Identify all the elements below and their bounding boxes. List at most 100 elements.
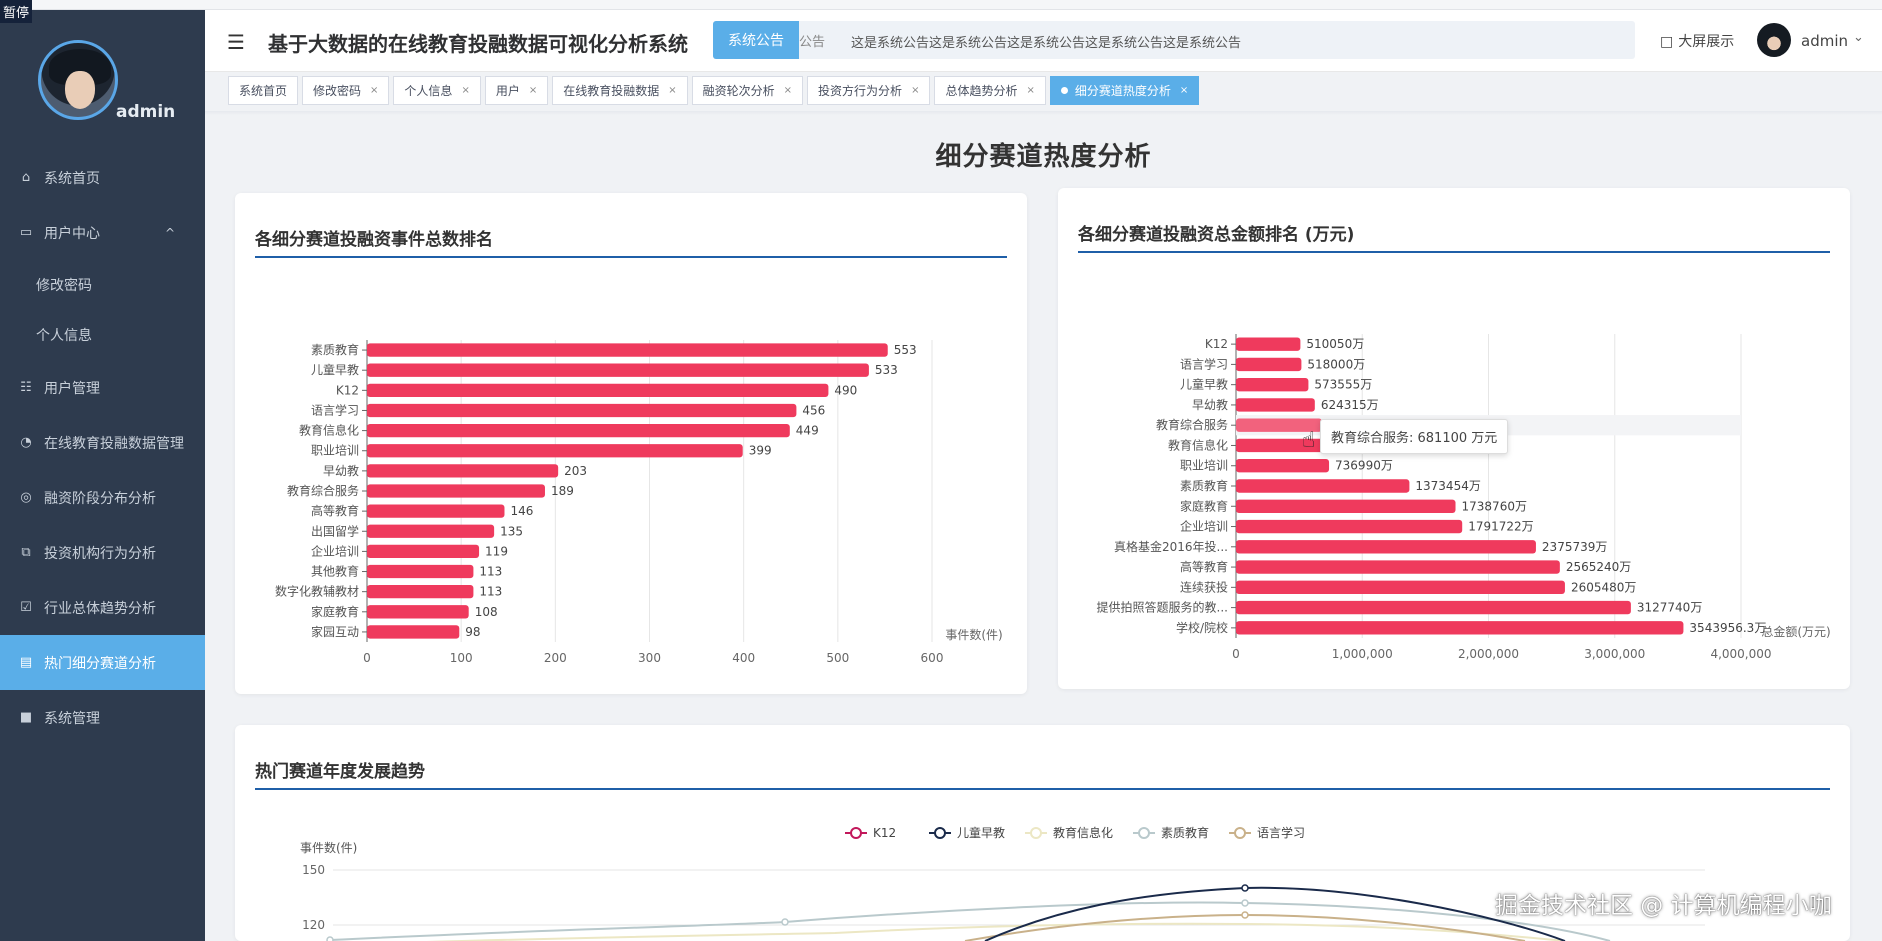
- sidebar-item-6[interactable]: ◎ 融资阶段分布分析: [0, 470, 205, 525]
- sidebar: admin ⌂ 系统首页 ▭ 用户中心 ^ 修改密码 个人信息 ☷ 用户管理 ◔ 在线教育投融数据管…: [0, 10, 205, 941]
- bar[interactable]: [367, 585, 474, 599]
- tab-label: 修改密码: [313, 84, 362, 98]
- tab-8[interactable]: 细分赛道热度分析 ×: [1049, 76, 1200, 105]
- bar-value-label: 189: [551, 484, 574, 498]
- data-point[interactable]: [326, 936, 334, 941]
- x-tick-label: 500: [826, 651, 849, 665]
- legend-label[interactable]: 语言学习: [1257, 825, 1305, 840]
- sidebar-item-3[interactable]: 个人信息: [0, 310, 205, 360]
- sidebar-item-8[interactable]: ☑ 行业总体趋势分析: [0, 580, 205, 635]
- data-point[interactable]: [1241, 899, 1249, 907]
- bar[interactable]: [367, 625, 460, 639]
- legend-label[interactable]: 儿童早教: [957, 825, 1005, 840]
- bar[interactable]: [367, 343, 888, 357]
- bar[interactable]: [1236, 398, 1315, 412]
- bar[interactable]: [367, 383, 829, 397]
- tab-3[interactable]: 用户 ×: [484, 76, 549, 105]
- header-avatar[interactable]: [1757, 23, 1791, 57]
- bar[interactable]: [367, 484, 545, 498]
- header-username[interactable]: admin: [1801, 32, 1848, 50]
- sidebar-item-label: 在线教育投融数据管理: [44, 435, 184, 452]
- legend-marker[interactable]: [934, 827, 946, 839]
- bar[interactable]: [1236, 357, 1302, 372]
- legend-marker[interactable]: [1138, 827, 1150, 839]
- legend-label[interactable]: K12: [873, 826, 896, 840]
- sidebar-item-10[interactable]: ■ 系统管理: [0, 690, 205, 745]
- sidebar-item-0[interactable]: ⌂ 系统首页: [0, 150, 205, 205]
- category-label: 儿童早教: [311, 362, 359, 377]
- data-point[interactable]: [781, 918, 789, 926]
- close-icon[interactable]: ×: [370, 85, 378, 96]
- events-ranking-chart: 0 100 200 300 400 500 600 素质教育 553 儿童早教 533 K12 490 语…: [275, 340, 1003, 665]
- tab-label: 个人信息: [404, 84, 453, 98]
- bar[interactable]: [367, 403, 797, 418]
- close-icon[interactable]: ×: [461, 85, 469, 96]
- bar[interactable]: [1236, 621, 1684, 635]
- tab-1[interactable]: 修改密码 ×: [302, 76, 390, 105]
- category-label: 其他教育: [311, 564, 359, 579]
- bar[interactable]: [367, 524, 495, 538]
- bar[interactable]: [1236, 337, 1301, 351]
- bar[interactable]: [367, 544, 480, 559]
- sidebar-item-5[interactable]: ◔ 在线教育投融数据管理: [0, 415, 205, 470]
- data-point[interactable]: [1241, 884, 1249, 892]
- user-center-icon: ▭: [19, 225, 33, 240]
- legend-label[interactable]: 素质教育: [1161, 825, 1209, 840]
- sidebar-item-label: 用户管理: [44, 380, 100, 397]
- bar[interactable]: [367, 423, 790, 438]
- bar[interactable]: [367, 564, 474, 579]
- bar[interactable]: [367, 504, 505, 518]
- x-tick-label: 3,000,000: [1584, 647, 1645, 661]
- bar[interactable]: [1236, 377, 1309, 392]
- close-icon[interactable]: ×: [668, 85, 676, 96]
- bar[interactable]: [1236, 540, 1536, 554]
- bar[interactable]: [1236, 459, 1330, 473]
- legend-marker[interactable]: [850, 827, 862, 839]
- bar[interactable]: [1236, 519, 1463, 534]
- active-dot-icon: [1060, 87, 1068, 94]
- tab-4[interactable]: 在线教育投融数据 ×: [552, 76, 688, 105]
- bar[interactable]: [367, 464, 559, 478]
- bar[interactable]: [1236, 560, 1560, 574]
- events-ranking-card: 各细分赛道投融资事件总数排名 0 100 200 300 400 500 600 素质教育 55…: [235, 193, 1027, 694]
- legend-marker[interactable]: [1234, 827, 1246, 839]
- x-axis-label: 总金额(万元): [1761, 624, 1830, 639]
- bar[interactable]: [1236, 499, 1456, 513]
- sidebar-item-label: 系统首页: [44, 170, 100, 187]
- chevron-down-icon[interactable]: ⌄: [1853, 30, 1864, 45]
- data-point[interactable]: [1241, 911, 1249, 919]
- bar[interactable]: [1236, 600, 1631, 615]
- hamburger-menu-icon[interactable]: ☰: [227, 30, 245, 54]
- close-icon[interactable]: ×: [784, 85, 792, 96]
- close-icon[interactable]: ×: [529, 85, 537, 96]
- bar[interactable]: [367, 363, 869, 377]
- bar[interactable]: [367, 444, 743, 458]
- close-icon[interactable]: ×: [1026, 85, 1034, 96]
- legend-marker[interactable]: [1030, 827, 1042, 839]
- close-icon[interactable]: ×: [1180, 85, 1188, 96]
- bar[interactable]: [367, 605, 469, 619]
- bigscreen-button[interactable]: □ 大屏展示: [1660, 31, 1734, 51]
- category-label: K12: [336, 383, 359, 397]
- pause-badge[interactable]: 暂停: [0, 0, 33, 23]
- chevron-up-icon[interactable]: ^: [165, 226, 175, 240]
- notice-text: 这是系统公告这是系统公告这是系统公告这是系统公告这是系统公告: [851, 36, 1242, 51]
- sidebar-item-4[interactable]: ☷ 用户管理: [0, 360, 205, 415]
- bar-value-label: 119: [485, 544, 508, 558]
- bar[interactable]: [1236, 479, 1410, 493]
- tab-7[interactable]: 总体趋势分析 ×: [934, 76, 1046, 105]
- tab-2[interactable]: 个人信息 ×: [393, 76, 481, 105]
- sidebar-item-2[interactable]: 修改密码: [0, 260, 205, 310]
- legend-label[interactable]: 教育信息化: [1053, 825, 1113, 840]
- sidebar-item-7[interactable]: ⧉ 投资机构行为分析: [0, 525, 205, 580]
- x-tick-label: 300: [638, 651, 661, 665]
- sidebar-item-1[interactable]: ▭ 用户中心 ^: [0, 205, 205, 260]
- x-tick-label: 100: [450, 651, 473, 665]
- tab-0[interactable]: 系统首页: [228, 76, 299, 105]
- tab-6[interactable]: 投资方行为分析 ×: [807, 76, 931, 105]
- sidebar-item-9[interactable]: ▤ 热门细分赛道分析: [0, 635, 205, 690]
- bar[interactable]: [1236, 580, 1565, 595]
- close-icon[interactable]: ×: [911, 85, 919, 96]
- tab-label: 系统首页: [239, 84, 288, 98]
- tab-5[interactable]: 融资轮次分析 ×: [691, 76, 804, 105]
